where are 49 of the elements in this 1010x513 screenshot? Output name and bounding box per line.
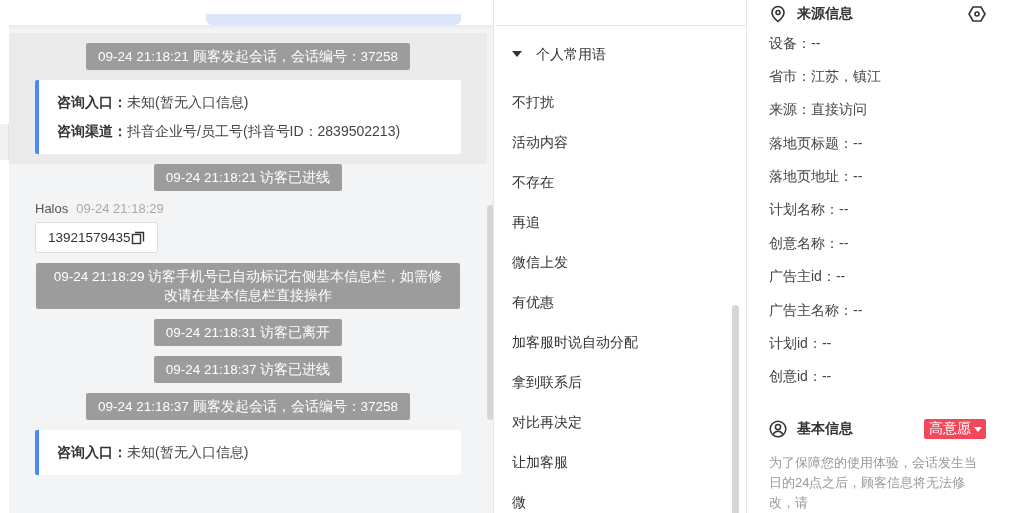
scrollbar[interactable] [732, 305, 739, 513]
field-value: 抖音企业号/员工号(抖音号ID：2839502213) [127, 123, 401, 139]
phrase-item[interactable]: 对比再决定 [494, 402, 746, 442]
field-label: 咨询入口： [57, 444, 127, 460]
info-field: 设备：-- [769, 34, 821, 53]
system-notice: 09-24 21:18:21 顾客发起会话，会话编号：37258 [85, 43, 411, 70]
caret-icon [512, 51, 522, 57]
system-notice: 09-24 21:18:37 访客已进线 [153, 356, 343, 383]
info-field: 来源：直接访问 [769, 101, 867, 120]
info-field: 落地页地址：-- [769, 168, 863, 187]
system-notice: 09-24 21:18:21 访客已进线 [153, 164, 343, 191]
message-time: 09-24 21:18:29 [76, 201, 164, 216]
sender-name: Halos [35, 201, 69, 216]
info-field: 计划id：-- [769, 334, 832, 353]
info-field: 广告主名称：-- [769, 301, 863, 320]
field-label: 咨询渠道： [57, 123, 127, 139]
info-field: 创意id：-- [769, 368, 832, 387]
caret-icon [974, 426, 982, 432]
system-notice: 09-24 21:18:37 顾客发起会话，会话编号：37258 [85, 393, 411, 420]
section-title: 基本信息 [797, 420, 853, 439]
system-notice: 09-24 21:18:29 访客手机号已自动标记右侧基本信息栏，如需修改请在基本信息栏直接操作 [36, 263, 460, 309]
phrase-item[interactable]: 让加客服 [494, 442, 746, 482]
intent-dropdown[interactable]: 高意愿 [924, 419, 986, 440]
info-note: 为了保障您的使用体验，会话发生当日的24点之后，顾客信息将无法修改，请 [769, 453, 978, 512]
message-text: 13921579435 [48, 230, 131, 245]
field-label: 咨询入口： [57, 94, 127, 110]
field-value: 未知(暂无入口信息) [127, 444, 249, 460]
system-notice: 09-24 21:18:31 访客已离开 [153, 319, 343, 346]
info-field: 广告主id：-- [769, 268, 846, 287]
user-icon [769, 420, 787, 439]
phrase-item[interactable]: 不打扰 [494, 82, 746, 122]
phrase-item[interactable]: 活动内容 [494, 122, 746, 162]
info-field: 省市：江苏，镇江 [769, 68, 881, 87]
section-title: 来源信息 [797, 4, 853, 23]
info-field: 创意名称：-- [769, 234, 849, 253]
phrase-item[interactable]: 再追 [494, 202, 746, 242]
phrase-item[interactable]: 加客服时说自动分配 [494, 322, 746, 362]
location-icon [769, 4, 787, 23]
phrase-item[interactable]: 微信上发 [494, 242, 746, 282]
info-field: 计划名称：-- [769, 201, 849, 220]
scrollbar[interactable] [487, 205, 493, 420]
phrase-item[interactable]: 拿到联系后 [494, 362, 746, 402]
copy-icon[interactable] [130, 230, 145, 245]
phrase-item[interactable]: 有优惠 [494, 282, 746, 322]
phrase-item[interactable]: 微 [494, 482, 746, 513]
info-field: 落地页标题：-- [769, 134, 863, 153]
settings-icon[interactable] [968, 4, 986, 23]
field-value: 未知(暂无入口信息) [127, 94, 249, 110]
phrase-item[interactable]: 不存在 [494, 162, 746, 202]
